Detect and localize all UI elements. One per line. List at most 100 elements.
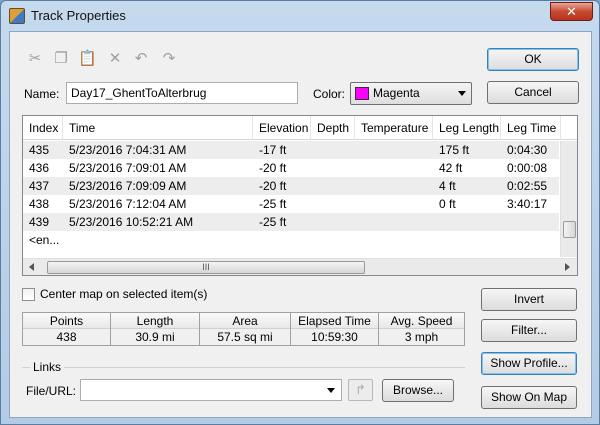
cell-depth: [311, 141, 355, 159]
horizontal-scroll-thumb[interactable]: III: [47, 261, 365, 274]
track-name-input[interactable]: Day17_GhentToAlterbrug: [66, 82, 298, 104]
cell-time: 5/23/2016 7:09:09 AM: [69, 179, 187, 193]
column-elevation[interactable]: Elevation: [253, 116, 311, 140]
table-row-end[interactable]: <en...: [23, 231, 559, 249]
cell-leg-length: 4 ft: [439, 179, 456, 193]
cell-temperature: [355, 141, 433, 159]
show-profile-button[interactable]: Show Profile...: [481, 352, 577, 375]
stat-value: 3 mph: [404, 330, 439, 344]
cell-depth: [311, 213, 355, 231]
cell-depth: [311, 195, 355, 213]
column-temperature[interactable]: Temperature: [355, 116, 433, 140]
table-header: Index Time Elevation Depth Temperature L…: [23, 116, 577, 140]
cell-leg-time: [501, 213, 559, 231]
column-time[interactable]: Time: [63, 116, 253, 140]
vertical-scrollbar[interactable]: [560, 141, 577, 257]
scroll-right-icon[interactable]: [565, 263, 570, 271]
cell-temperature: [355, 177, 433, 195]
cell-time: 5/23/2016 7:09:01 AM: [69, 161, 187, 175]
stat-header: Avg. Speed: [379, 313, 464, 329]
color-swatch: [355, 87, 369, 100]
cell-leg-time: 0:02:55: [507, 179, 548, 193]
stat-header: Area: [200, 313, 290, 329]
cell-depth: [311, 159, 355, 177]
stat-header: Points: [23, 313, 110, 329]
stat-points: Points 438: [23, 313, 111, 345]
copy-icon[interactable]: ❐: [52, 50, 70, 68]
cell-elevation: -25 ft: [259, 215, 287, 229]
paste-icon[interactable]: 📋: [78, 50, 97, 68]
stat-area: Area 57.5 sq mi: [200, 313, 291, 345]
cell-elevation: -20 ft: [259, 161, 287, 175]
delete-icon[interactable]: ✕: [106, 50, 124, 68]
color-label: Color:: [313, 87, 346, 101]
cell-leg-time: 3:40:17: [507, 197, 548, 211]
scroll-left-icon[interactable]: [29, 263, 34, 271]
table-row[interactable]: 435 5/23/2016 7:04:31 AM -17 ft 175 ft 0…: [23, 141, 559, 159]
file-url-label: File/URL:: [26, 384, 77, 398]
stat-value: 30.9 mi: [135, 330, 175, 344]
column-leg-length[interactable]: Leg Length: [433, 116, 501, 140]
cell-temperature: [355, 159, 433, 177]
table-row[interactable]: 437 5/23/2016 7:09:09 AM -20 ft 4 ft 0:0…: [23, 177, 559, 195]
column-index[interactable]: Index: [23, 116, 63, 140]
track-stats-panel: Points 438 Length 30.9 mi Area 57.5 sq m…: [22, 312, 465, 346]
ok-button[interactable]: OK: [487, 48, 579, 71]
center-map-label[interactable]: Center map on selected item(s): [40, 287, 207, 301]
horizontal-scrollbar[interactable]: III: [23, 258, 577, 275]
center-map-checkbox[interactable]: [22, 288, 35, 301]
cell-temperature: [355, 213, 433, 231]
close-button[interactable]: ✕: [550, 2, 593, 21]
stat-avg-speed: Avg. Speed 3 mph: [379, 313, 464, 345]
cell-index: 438: [29, 197, 50, 211]
stat-length: Length 30.9 mi: [111, 313, 200, 345]
table-row[interactable]: 439 5/23/2016 10:52:21 AM -25 ft: [23, 213, 559, 231]
cancel-button[interactable]: Cancel: [487, 81, 579, 104]
cell-index: 437: [29, 179, 50, 193]
browse-button[interactable]: Browse...: [382, 379, 454, 402]
column-leg-time[interactable]: Leg Time: [501, 116, 561, 140]
vertical-scroll-thumb[interactable]: [563, 221, 576, 238]
table-row[interactable]: 438 5/23/2016 7:12:04 AM -25 ft 0 ft 3:4…: [23, 195, 559, 213]
cell-time: 5/23/2016 10:52:21 AM: [69, 215, 194, 229]
arrow-right-icon: ↱: [355, 382, 366, 397]
dialog-body: ✂ ❐ 📋 ✕ ↶ ↷ OK Cancel Name: Day17_GhentT…: [9, 31, 592, 418]
title-bar[interactable]: Track Properties ✕: [1, 1, 599, 31]
app-icon: [9, 8, 25, 24]
cell-elevation: -25 ft: [259, 197, 287, 211]
cell-time: 5/23/2016 7:12:04 AM: [69, 197, 187, 211]
cell-leg-length: 175 ft: [439, 143, 470, 157]
cell-time: 5/23/2016 7:04:31 AM: [69, 143, 187, 157]
file-url-combobox[interactable]: [80, 379, 342, 401]
cell-index: 439: [29, 215, 50, 229]
show-on-map-button[interactable]: Show On Map: [481, 386, 577, 409]
cell-index: 435: [29, 143, 50, 157]
color-value: Magenta: [373, 86, 420, 100]
cell-leg-length: 0 ft: [439, 197, 456, 211]
stat-value: 438: [56, 330, 77, 344]
track-points-table[interactable]: Index Time Elevation Depth Temperature L…: [22, 115, 578, 276]
chevron-down-icon[interactable]: [327, 388, 335, 393]
chevron-down-icon: [458, 91, 466, 96]
table-row[interactable]: 436 5/23/2016 7:09:01 AM -20 ft 42 ft 0:…: [23, 159, 559, 177]
stat-header: Length: [111, 313, 199, 329]
invert-button[interactable]: Invert: [481, 288, 577, 311]
cell-index: 436: [29, 161, 50, 175]
cell-leg-time: 0:00:08: [507, 161, 548, 175]
undo-icon[interactable]: ↶: [132, 50, 150, 68]
redo-icon[interactable]: ↷: [160, 50, 178, 68]
cell-leg-time: 0:04:30: [507, 143, 548, 157]
cell-elevation: -20 ft: [259, 179, 287, 193]
cell-depth: [311, 177, 355, 195]
stat-value: 57.5 sq mi: [217, 330, 273, 344]
window-title: Track Properties: [31, 8, 126, 23]
cell-leg-length: 42 ft: [439, 161, 463, 175]
color-dropdown[interactable]: Magenta: [350, 82, 472, 105]
cut-icon[interactable]: ✂: [26, 50, 44, 68]
cell-leg-length: [433, 213, 501, 231]
cell-elevation: -17 ft: [259, 143, 287, 157]
filter-button[interactable]: Filter...: [481, 319, 577, 342]
column-depth[interactable]: Depth: [311, 116, 355, 140]
name-label: Name:: [24, 87, 60, 101]
open-link-button[interactable]: ↱: [348, 379, 373, 401]
